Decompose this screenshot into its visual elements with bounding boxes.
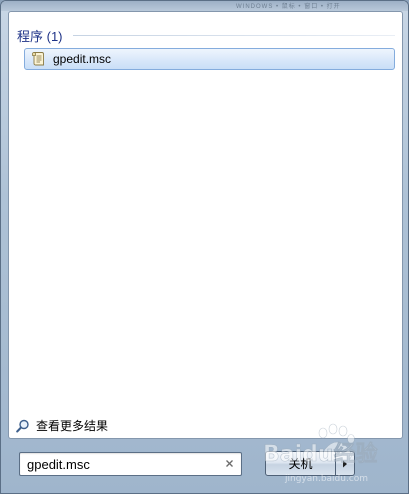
start-menu-window: WINDOWS • 鼠标 • 窗口 • 打开 程序 (1) gpedit.msc: [0, 0, 409, 494]
search-input[interactable]: [20, 453, 220, 475]
script-file-icon: [30, 51, 46, 67]
programs-section-header: 程序 (1): [17, 26, 395, 45]
programs-section-title: 程序 (1): [17, 29, 63, 44]
result-item-label: gpedit.msc: [53, 52, 112, 66]
search-results-pane: 程序 (1) gpedit.msc 查看更多结果: [8, 11, 403, 439]
search-icon: [16, 419, 30, 433]
shutdown-button-group: 关机: [265, 451, 355, 476]
chevron-right-icon: [342, 456, 348, 471]
shutdown-options-button[interactable]: [336, 451, 355, 476]
section-divider: [72, 35, 395, 36]
blurred-background-text: WINDOWS • 鼠标 • 窗口 • 打开: [236, 4, 341, 10]
close-icon[interactable]: [223, 457, 236, 470]
see-more-results-link[interactable]: 查看更多结果: [16, 417, 108, 434]
start-menu-top-strip: WINDOWS • 鼠标 • 窗口 • 打开: [1, 1, 408, 11]
result-item-gpedit[interactable]: gpedit.msc: [24, 48, 395, 70]
start-search-box[interactable]: [19, 452, 242, 476]
shutdown-button[interactable]: 关机: [265, 451, 336, 476]
see-more-results-label: 查看更多结果: [36, 419, 109, 433]
